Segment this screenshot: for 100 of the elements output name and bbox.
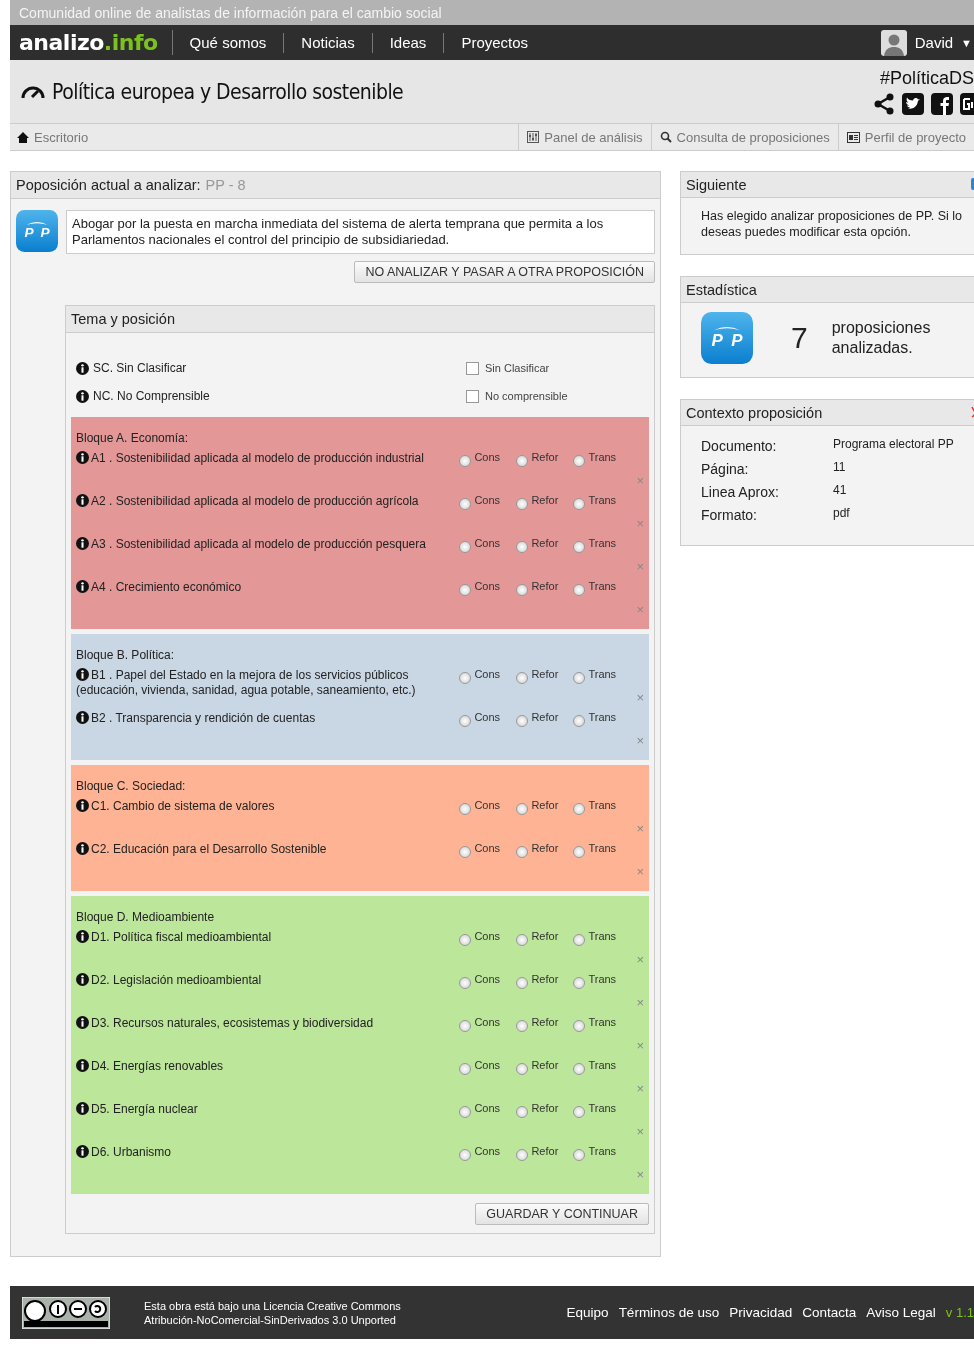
info-icon[interactable] [76,711,89,724]
info-icon[interactable] [76,1016,89,1029]
info-icon[interactable] [76,389,89,403]
info-icon[interactable] [76,930,89,943]
position-radio[interactable]: Trans [573,1059,631,1075]
position-radio[interactable]: Cons [459,1102,517,1118]
position-radio[interactable]: Refor [516,973,574,989]
position-radio[interactable]: Refor [516,1145,574,1161]
nav-link[interactable]: Qué somos [172,32,285,53]
position-radio[interactable]: Refor [516,930,574,946]
share-icon[interactable] [873,93,895,115]
position-radio[interactable]: Cons [459,1016,517,1032]
letter-g-icon[interactable] [960,93,974,115]
position-radio[interactable]: Refor [516,1059,574,1075]
position-radio[interactable]: Cons [459,930,517,946]
party-logo-icon: PP [16,210,58,252]
position-radio[interactable]: Refor [516,1102,574,1118]
field-label: Página: [701,461,750,477]
category-checkbox[interactable]: Sin Clasificar [466,361,550,375]
info-icon[interactable] [76,1145,89,1158]
position-radio[interactable]: Trans [573,1145,631,1161]
position-radio[interactable]: Trans [573,1016,631,1032]
section-title: Tema y posición [71,311,175,327]
topic-label: D4. Energías renovables [76,1059,460,1074]
position-radio[interactable]: Trans [573,494,631,510]
field-label: Documento: [701,438,778,454]
info-icon[interactable] [76,842,89,855]
nav-link[interactable]: Proyectos [444,32,546,53]
position-radio[interactable]: Trans [573,1102,631,1118]
position-radio[interactable]: Cons [459,494,517,510]
search-icon [659,131,672,143]
position-radio[interactable]: Refor [516,1016,574,1032]
user-name[interactable]: David [914,34,954,51]
position-radio[interactable]: Trans [573,668,631,684]
position-radio[interactable]: Cons [459,1059,517,1075]
nav-link[interactable]: Ideas [372,32,445,53]
position-radio[interactable]: Cons [459,711,517,727]
position-radio[interactable]: Refor [516,668,574,684]
toolbar-link[interactable]: Consulta de proposiciones [650,124,838,150]
footer-link[interactable]: Equipo [566,1305,609,1320]
info-icon[interactable] [76,361,89,375]
position-radio[interactable]: Cons [459,1145,517,1161]
position-radio[interactable]: Trans [573,799,631,815]
info-icon[interactable] [76,799,89,812]
site-logo[interactable]: analizo.info [10,30,173,55]
footer-link[interactable]: Privacidad [729,1305,793,1320]
category-label: SC. Sin Clasificar [76,361,466,375]
position-radio[interactable]: Trans [573,842,631,858]
save-button[interactable]: GUARDAR Y CONTINUAR [475,1203,649,1225]
footer-link[interactable]: Contacta [802,1305,857,1320]
footer-link[interactable]: Términos de uso [618,1305,720,1320]
position-radio[interactable]: Cons [459,580,517,596]
home-link[interactable]: Escritorio [10,129,89,145]
skip-button[interactable]: NO ANALIZAR Y PASAR A OTRA PROPOSICIÓN [354,261,655,283]
toolbar-link[interactable]: Panel de análisis [518,124,651,150]
position-radio[interactable]: Cons [459,799,517,815]
field-value: 41 [833,484,848,499]
position-radio[interactable]: Refor [516,537,574,553]
bird-icon[interactable] [902,93,924,115]
hashtag[interactable]: #PolíticaDS [879,68,974,89]
info-icon[interactable] [76,668,89,681]
letter-f-icon[interactable] [931,93,953,115]
toolbar-link[interactable]: Perfil de proyecto [837,124,974,150]
footer-link[interactable]: Aviso Legal [866,1305,936,1320]
field-label: Formato: [701,507,758,523]
stat-label: proposiciones analizadas. [831,318,932,358]
position-radio[interactable]: Trans [573,451,631,467]
info-icon[interactable] [76,580,89,593]
position-radio[interactable]: Refor [516,842,574,858]
position-radio[interactable]: Trans [573,930,631,946]
position-radio[interactable]: Refor [516,799,574,815]
block-title: Bloque B. Política: [76,648,176,662]
position-radio[interactable]: Refor [516,711,574,727]
info-icon[interactable] [76,1102,89,1115]
project-title: Política europea y Desarrollo sostenible [52,79,404,104]
position-radio[interactable]: Refor [516,494,574,510]
field-value: Programa electoral PP [833,438,955,453]
info-icon[interactable] [76,537,89,550]
info-icon[interactable] [76,1059,89,1072]
position-radio[interactable]: Trans [573,537,631,553]
position-radio[interactable]: Cons [459,537,517,553]
position-radio[interactable]: Cons [459,842,517,858]
license-badge-icon[interactable] [22,1296,110,1329]
position-radio[interactable]: Cons [459,668,517,684]
position-radio[interactable]: Cons [459,973,517,989]
position-radio[interactable]: Trans [573,580,631,596]
avatar-icon[interactable] [880,29,907,56]
nav-link[interactable]: Noticias [284,32,373,53]
position-radio[interactable]: Cons [459,451,517,467]
caret-icon[interactable]: ▼ [961,36,972,49]
category-checkbox[interactable]: No comprensible [466,389,568,403]
position-radio[interactable]: Trans [573,973,631,989]
topic-label: B2 . Transparencia y rendición de cuentas [76,711,460,726]
info-icon[interactable] [76,494,89,507]
info-icon[interactable] [76,973,89,986]
position-radio[interactable]: Refor [516,451,574,467]
position-radio[interactable]: Refor [516,580,574,596]
category-label: NC. No Comprensible [76,389,466,403]
position-radio[interactable]: Trans [573,711,631,727]
info-icon[interactable] [76,451,89,464]
